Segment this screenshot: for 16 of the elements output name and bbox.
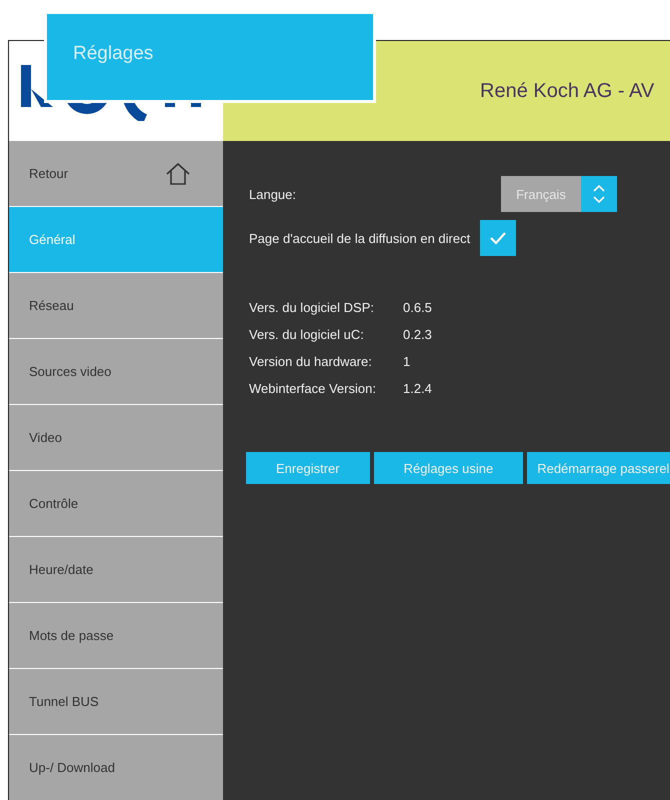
live-home-label: Page d'accueil de la diffusion en direct bbox=[249, 230, 470, 246]
version-value: 1 bbox=[403, 354, 410, 369]
version-value: 0.2.3 bbox=[403, 327, 432, 342]
chevron-up-down-icon bbox=[592, 183, 606, 205]
version-label: Vers. du logiciel DSP: bbox=[249, 300, 376, 315]
version-label: Vers. du logiciel uC: bbox=[249, 327, 365, 342]
language-label: Langue: bbox=[249, 186, 296, 202]
version-value: 0.6.5 bbox=[403, 300, 432, 315]
version-value: 1.2.4 bbox=[403, 381, 432, 396]
home-icon bbox=[165, 162, 191, 186]
checkbox[interactable] bbox=[480, 220, 516, 256]
check-icon bbox=[489, 231, 508, 245]
version-label: Version du hardware: bbox=[249, 354, 373, 369]
popup-title: Réglages bbox=[73, 43, 154, 65]
version-label: Webinterface Version: bbox=[249, 381, 377, 396]
header-title: René Koch AG - AV bbox=[480, 80, 654, 102]
